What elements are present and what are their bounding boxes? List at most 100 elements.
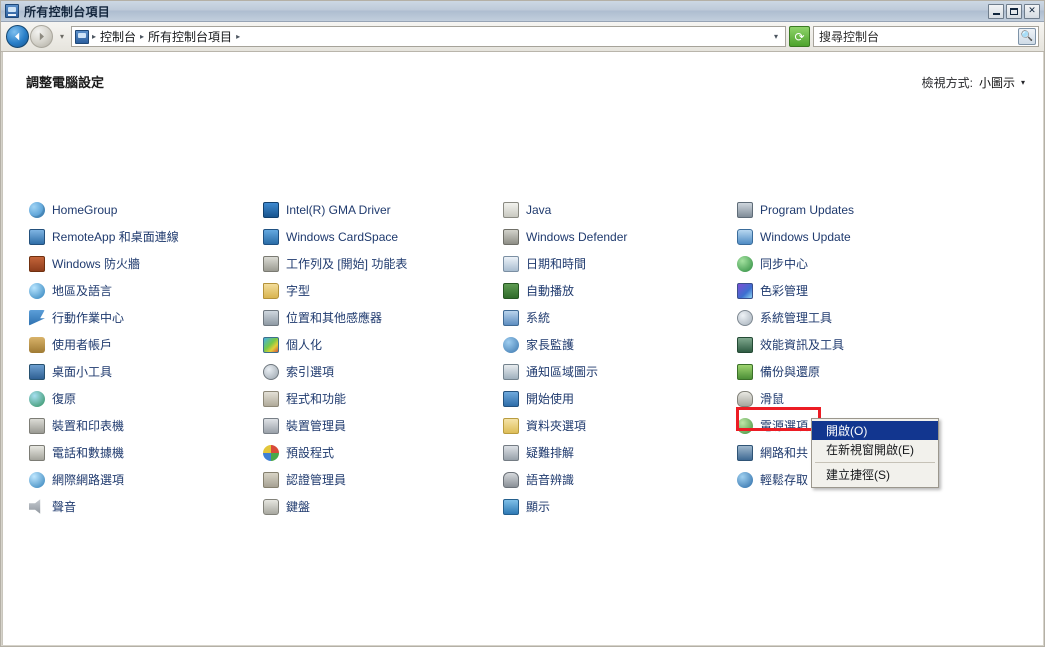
control-panel-item[interactable]: Intel(R) GMA Driver — [260, 196, 492, 223]
control-panel-item-label[interactable]: RemoteApp 和桌面連線 — [52, 228, 179, 245]
control-panel-item[interactable]: 同步中心 — [734, 250, 966, 277]
control-panel-item-label[interactable]: 通知區域圖示 — [526, 363, 598, 380]
control-panel-item-label[interactable]: 聲音 — [52, 498, 76, 515]
control-panel-item[interactable]: 鍵盤 — [260, 493, 492, 520]
control-panel-item-label[interactable]: 同步中心 — [760, 255, 808, 272]
control-panel-item[interactable]: 桌面小工具 — [26, 358, 258, 385]
control-panel-item[interactable]: 開始使用 — [500, 385, 732, 412]
control-panel-item-label[interactable]: Windows CardSpace — [286, 230, 398, 244]
control-panel-item[interactable]: 顯示 — [500, 493, 732, 520]
control-panel-item[interactable]: 疑難排解 — [500, 439, 732, 466]
control-panel-item[interactable]: 地區及語言 — [26, 277, 258, 304]
control-panel-item-label[interactable]: 資料夾選項 — [526, 417, 586, 434]
control-panel-item[interactable]: RemoteApp 和桌面連線 — [26, 223, 258, 250]
breadcrumb-address-bar[interactable]: ▸ 控制台 ▸ 所有控制台項目 ▸ ▾ — [71, 26, 786, 47]
control-panel-item[interactable]: 使用者帳戶 — [26, 331, 258, 358]
control-panel-item[interactable]: 系統管理工具 — [734, 304, 966, 331]
control-panel-item[interactable]: HomeGroup — [26, 196, 258, 223]
control-panel-item-label[interactable]: Intel(R) GMA Driver — [286, 203, 391, 217]
breadcrumb-dropdown-icon[interactable]: ▾ — [774, 32, 782, 41]
control-panel-item[interactable]: 效能資訊及工具 — [734, 331, 966, 358]
control-panel-item-label[interactable]: 認證管理員 — [286, 471, 346, 488]
context-menu-item[interactable]: 開啟(O) — [812, 421, 938, 440]
control-panel-item-label[interactable]: 系統管理工具 — [760, 309, 832, 326]
control-panel-item-label[interactable]: 使用者帳戶 — [52, 336, 112, 353]
control-panel-item-label[interactable]: Windows Update — [760, 230, 851, 244]
control-panel-item-label[interactable]: 鍵盤 — [286, 498, 310, 515]
control-panel-item-label[interactable]: 日期和時間 — [526, 255, 586, 272]
control-panel-item-label[interactable]: 效能資訊及工具 — [760, 336, 844, 353]
control-panel-item[interactable]: 復原 — [26, 385, 258, 412]
control-panel-item-label[interactable]: 裝置管理員 — [286, 417, 346, 434]
control-panel-item-label[interactable]: 色彩管理 — [760, 282, 808, 299]
control-panel-item[interactable]: 程式和功能 — [260, 385, 492, 412]
control-panel-item[interactable]: Windows Update — [734, 223, 966, 250]
control-panel-item-label[interactable]: 系統 — [526, 309, 550, 326]
control-panel-item-label[interactable]: Java — [526, 203, 551, 217]
control-panel-item[interactable]: 自動播放 — [500, 277, 732, 304]
control-panel-item[interactable]: 語音辨識 — [500, 466, 732, 493]
control-panel-item[interactable]: 系統 — [500, 304, 732, 331]
forward-button[interactable] — [30, 25, 53, 48]
control-panel-item-label[interactable]: 開始使用 — [526, 390, 574, 407]
breadcrumb-item-0[interactable]: 控制台 — [99, 28, 137, 45]
control-panel-item[interactable]: 位置和其他感應器 — [260, 304, 492, 331]
control-panel-item-label[interactable]: 復原 — [52, 390, 76, 407]
control-panel-item-label[interactable]: Windows Defender — [526, 230, 627, 244]
control-panel-item[interactable]: 網際網路選項 — [26, 466, 258, 493]
control-panel-item[interactable]: 滑鼠 — [734, 385, 966, 412]
context-menu-item[interactable]: 在新視窗開啟(E) — [812, 440, 938, 459]
control-panel-item-label[interactable]: 網際網路選項 — [52, 471, 124, 488]
control-panel-item[interactable]: 認證管理員 — [260, 466, 492, 493]
back-button[interactable] — [6, 25, 29, 48]
control-panel-item[interactable]: 裝置和印表機 — [26, 412, 258, 439]
control-panel-item[interactable]: 通知區域圖示 — [500, 358, 732, 385]
control-panel-item[interactable]: Program Updates — [734, 196, 966, 223]
control-panel-item-label[interactable]: HomeGroup — [52, 203, 117, 217]
maximize-button[interactable] — [1006, 3, 1022, 19]
history-dropdown-icon[interactable]: ▾ — [56, 32, 68, 41]
control-panel-item[interactable]: 字型 — [260, 277, 492, 304]
control-panel-item[interactable]: 個人化 — [260, 331, 492, 358]
control-panel-item-label[interactable]: 索引選項 — [286, 363, 334, 380]
control-panel-item-label[interactable]: 備份與還原 — [760, 363, 820, 380]
search-icon[interactable]: 🔍 — [1018, 28, 1036, 45]
control-panel-item[interactable]: Windows Defender — [500, 223, 732, 250]
close-icon[interactable]: ✕ — [1024, 3, 1040, 19]
control-panel-item[interactable]: 預設程式 — [260, 439, 492, 466]
search-input[interactable] — [819, 29, 1018, 44]
search-box[interactable]: 🔍 — [813, 26, 1039, 47]
control-panel-item-label[interactable]: 顯示 — [526, 498, 550, 515]
control-panel-item-label[interactable]: 滑鼠 — [760, 390, 784, 407]
refresh-icon[interactable]: ⟳ — [789, 26, 810, 47]
breadcrumb-separator-2[interactable]: ▸ — [236, 32, 240, 41]
breadcrumb-separator-0[interactable]: ▸ — [92, 32, 96, 41]
control-panel-item-label[interactable]: 字型 — [286, 282, 310, 299]
control-panel-item-label[interactable]: Program Updates — [760, 203, 854, 217]
control-panel-item[interactable]: Java — [500, 196, 732, 223]
control-panel-item-label[interactable]: 裝置和印表機 — [52, 417, 124, 434]
control-panel-item[interactable]: 聲音 — [26, 493, 258, 520]
control-panel-item-label[interactable]: 行動作業中心 — [52, 309, 124, 326]
control-panel-item[interactable]: 色彩管理 — [734, 277, 966, 304]
control-panel-item-label[interactable]: 桌面小工具 — [52, 363, 112, 380]
minimize-button[interactable] — [988, 3, 1004, 19]
control-panel-item-label[interactable]: 疑難排解 — [526, 444, 574, 461]
control-panel-item[interactable]: 資料夾選項 — [500, 412, 732, 439]
control-panel-item-label[interactable]: 自動播放 — [526, 282, 574, 299]
control-panel-item[interactable]: 備份與還原 — [734, 358, 966, 385]
control-panel-item-label[interactable]: 地區及語言 — [52, 282, 112, 299]
control-panel-item-label[interactable]: 網路和共 — [760, 444, 808, 461]
control-panel-item[interactable]: 工作列及 [開始] 功能表 — [260, 250, 492, 277]
control-panel-item-label[interactable]: 位置和其他感應器 — [286, 309, 382, 326]
control-panel-item[interactable]: 裝置管理員 — [260, 412, 492, 439]
control-panel-item[interactable]: Windows 防火牆 — [26, 250, 258, 277]
context-menu-item[interactable]: 建立捷徑(S) — [812, 465, 938, 484]
control-panel-item-label[interactable]: 家長監護 — [526, 336, 574, 353]
breadcrumb-item-1[interactable]: 所有控制台項目 — [147, 28, 233, 45]
control-panel-item[interactable]: 日期和時間 — [500, 250, 732, 277]
control-panel-item-label[interactable]: 輕鬆存取 — [760, 471, 808, 488]
control-panel-item-label[interactable]: 工作列及 [開始] 功能表 — [286, 255, 407, 272]
control-panel-item-label[interactable]: 程式和功能 — [286, 390, 346, 407]
control-panel-item-label[interactable]: 電源選項 — [760, 417, 808, 434]
